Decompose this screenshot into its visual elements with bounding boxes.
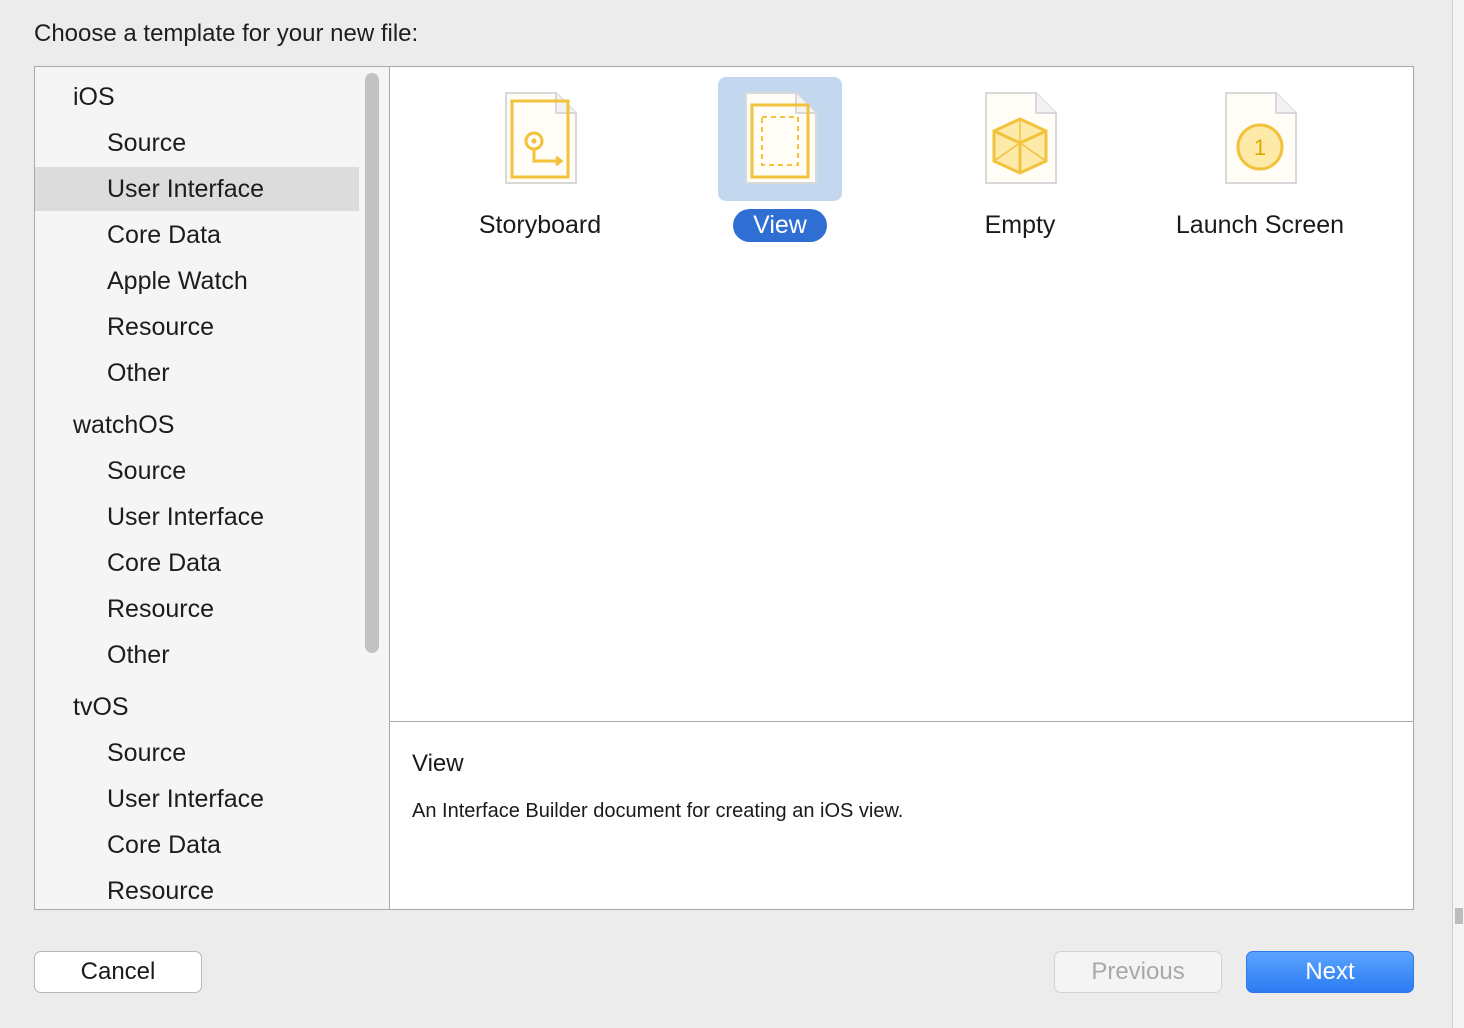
sidebar-item[interactable]: User Interface xyxy=(35,777,359,821)
template-launch-screen[interactable]: 1 Launch Screen xyxy=(1140,77,1380,242)
description-text: An Interface Builder document for creati… xyxy=(412,800,904,822)
sidebar-item[interactable]: Source xyxy=(35,449,359,493)
cancel-button[interactable]: Cancel xyxy=(34,951,202,993)
sidebar-item[interactable]: Core Data xyxy=(35,541,359,585)
sidebar-section-header: tvOS xyxy=(73,693,129,721)
template-storyboard[interactable]: Storyboard xyxy=(420,77,660,242)
sidebar-section-header: iOS xyxy=(73,83,115,111)
dialog-title: Choose a template for your new file: xyxy=(34,20,419,47)
template-label: View xyxy=(733,209,827,242)
empty-cube-icon xyxy=(958,77,1082,201)
sidebar-item[interactable]: Resource xyxy=(35,869,359,909)
template-label: Storyboard xyxy=(478,211,602,239)
window-edge xyxy=(1452,0,1464,1028)
edge-marker xyxy=(1455,908,1463,924)
template-view[interactable]: View xyxy=(660,77,900,242)
template-grid: Storyboard View Empty 1 Launch Screen xyxy=(390,67,1413,721)
template-description: View An Interface Builder document for c… xyxy=(390,721,1413,909)
category-sidebar[interactable]: iOS Source User Interface Core Data Apple Wa… xyxy=(35,67,390,909)
sidebar-item[interactable]: User Interface xyxy=(35,167,359,211)
sidebar-item[interactable]: Core Data xyxy=(35,213,359,257)
launch-screen-icon: 1 xyxy=(1198,77,1322,201)
sidebar-item[interactable]: Core Data xyxy=(35,823,359,867)
sidebar-scrollbar[interactable] xyxy=(365,73,379,653)
template-label: Launch Screen xyxy=(1175,211,1345,239)
sidebar-item[interactable]: Other xyxy=(35,633,359,677)
sidebar-item[interactable]: Resource xyxy=(35,305,359,349)
sidebar-item[interactable]: Apple Watch xyxy=(35,259,359,303)
template-label: Empty xyxy=(984,211,1056,239)
description-title: View xyxy=(412,750,464,777)
sidebar-item[interactable]: User Interface xyxy=(35,495,359,539)
sidebar-item[interactable]: Source xyxy=(35,731,359,775)
template-panel: iOS Source User Interface Core Data Apple Wa… xyxy=(34,66,1414,910)
template-empty[interactable]: Empty xyxy=(900,77,1140,242)
storyboard-icon xyxy=(478,77,602,201)
sidebar-item[interactable]: Source xyxy=(35,121,359,165)
sidebar-section-header: watchOS xyxy=(73,411,175,439)
previous-button[interactable]: Previous xyxy=(1054,951,1222,993)
svg-text:1: 1 xyxy=(1254,135,1266,160)
view-icon xyxy=(718,77,842,201)
sidebar-item[interactable]: Other xyxy=(35,351,359,395)
next-button[interactable]: Next xyxy=(1246,951,1414,993)
sidebar-item[interactable]: Resource xyxy=(35,587,359,631)
